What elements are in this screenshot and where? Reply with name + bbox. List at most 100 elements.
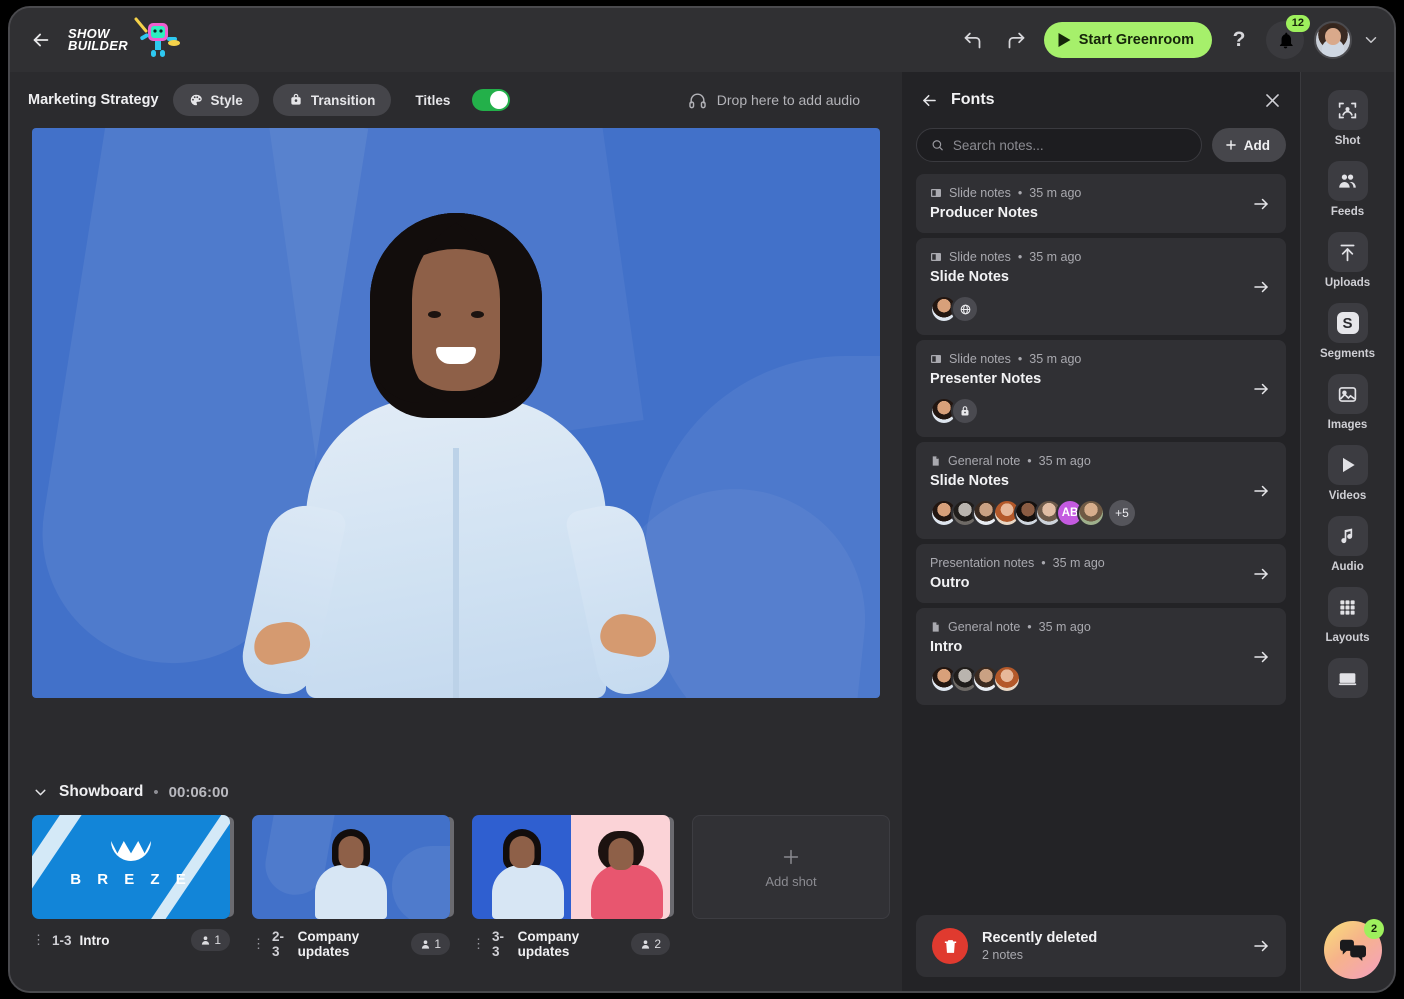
shot-meta: ⋮ 1-3 Intro 1: [32, 929, 230, 951]
screen-icon: [1327, 658, 1368, 698]
arrow-right-icon[interactable]: [1252, 937, 1270, 955]
doc-icon: [932, 456, 939, 466]
person-icon: [202, 935, 210, 945]
note-avatars: AB +5: [930, 499, 1272, 527]
play-icon: [1327, 445, 1368, 485]
add-shot-button[interactable]: Add shot: [692, 815, 890, 919]
rail-item-screen[interactable]: [1311, 654, 1385, 707]
chevron-down-icon[interactable]: [1362, 31, 1380, 49]
search-box[interactable]: [916, 128, 1202, 162]
shot-thumbnail[interactable]: [252, 815, 450, 919]
user-avatar[interactable]: [1314, 21, 1352, 59]
plus-icon: [783, 849, 799, 864]
showboard-separator: •: [153, 783, 159, 801]
brand-line-2: BUILDER: [68, 38, 128, 53]
shot-card[interactable]: B R E Z E ⋮ 1-3 Intro 1: [32, 815, 230, 959]
shot-strip: B R E Z E ⋮ 1-3 Intro 1 ⋮ 2-3 Company up…: [32, 815, 902, 959]
chat-button[interactable]: 2: [1324, 919, 1384, 979]
transition-button[interactable]: Transition: [272, 84, 392, 116]
drag-handle-icon[interactable]: ⋮: [472, 936, 485, 952]
style-label: Style: [210, 92, 243, 108]
notes-panel-title: Fonts: [951, 91, 995, 108]
note-kind-label: Slide notes: [949, 250, 1011, 264]
style-button[interactable]: Style: [172, 84, 259, 116]
shot-card[interactable]: ⋮ 2-3 Company updates 1: [252, 815, 450, 959]
drag-handle-icon[interactable]: ⋮: [252, 936, 265, 952]
recently-deleted-title: Recently deleted: [982, 930, 1098, 946]
note-time: 35 m ago: [1029, 186, 1082, 200]
add-note-button[interactable]: Add: [1211, 128, 1286, 162]
note-card[interactable]: Slide notes • 35 m ago Presenter Notes: [916, 340, 1286, 437]
shot-brand-word: B R E Z E: [70, 871, 192, 888]
undo-icon[interactable]: [956, 23, 990, 57]
rail-item-images[interactable]: Images: [1311, 370, 1385, 435]
shot-number: 2-3: [272, 929, 285, 959]
shot-meta: ⋮ 2-3 Company updates 1: [252, 929, 450, 959]
note-card[interactable]: Slide notes • 35 m ago Slide Notes: [916, 238, 1286, 335]
rail-item-layouts[interactable]: Layouts: [1311, 583, 1385, 648]
rail-item-shot[interactable]: Shot: [1311, 86, 1385, 151]
avatar-overflow: +5: [1109, 500, 1135, 526]
start-greenroom-label: Start Greenroom: [1078, 32, 1194, 48]
transition-label: Transition: [310, 92, 376, 108]
note-kind: Slide notes • 35 m ago: [930, 352, 1272, 366]
note-card[interactable]: General note • 35 m ago Intro: [916, 608, 1286, 705]
search-icon: [932, 140, 943, 151]
note-card[interactable]: Presentation notes • 35 m ago Outro: [916, 544, 1286, 603]
notifications-button[interactable]: 12: [1266, 15, 1310, 59]
shot-thumbnail[interactable]: B R E Z E: [32, 815, 230, 919]
rail-item-videos[interactable]: Videos: [1311, 441, 1385, 506]
arrow-right-icon[interactable]: [1252, 565, 1270, 583]
note-kind: Presentation notes • 35 m ago: [930, 556, 1105, 570]
drag-handle-icon[interactable]: ⋮: [32, 932, 45, 948]
showboard-title: Showboard: [59, 783, 144, 800]
video-preview[interactable]: [32, 128, 880, 698]
showboard-duration: 00:06:00: [168, 783, 229, 801]
rail-item-feeds[interactable]: Feeds: [1311, 157, 1385, 222]
rail-label: Segments: [1320, 348, 1375, 360]
shot-thumbnail[interactable]: [472, 815, 670, 919]
note-card[interactable]: General note • 35 m ago Slide Notes AB +…: [916, 442, 1286, 539]
person-icon: [422, 939, 430, 949]
add-shot-label: Add shot: [765, 873, 817, 889]
rail-item-uploads[interactable]: Uploads: [1311, 228, 1385, 293]
arrow-right-icon[interactable]: [1252, 482, 1270, 500]
shot-card[interactable]: ⋮ 3-3 Company updates 2: [472, 815, 670, 959]
note-title: Slide Notes: [930, 473, 1009, 489]
toggle-knob: [490, 91, 509, 109]
notes-back-button[interactable]: [920, 91, 939, 110]
note-kind-label: General note: [948, 454, 1021, 468]
rail-item-audio[interactable]: Audio: [1311, 512, 1385, 577]
start-greenroom-button[interactable]: Start Greenroom: [1043, 22, 1212, 58]
note-kind: General note • 35 m ago: [930, 454, 1272, 468]
arrow-right-icon[interactable]: [1252, 278, 1270, 296]
audio-dropzone[interactable]: Drop here to add audio: [688, 91, 884, 110]
titles-toggle[interactable]: [472, 89, 511, 111]
notification-badge: 12: [1285, 15, 1310, 32]
people-icon: [1327, 161, 1368, 201]
redo-icon[interactable]: [1000, 23, 1034, 57]
arrow-right-icon[interactable]: [1252, 195, 1270, 213]
arrow-right-icon[interactable]: [1252, 648, 1270, 666]
shot-people-count: 1: [191, 929, 230, 951]
trash-icon: [932, 928, 968, 964]
recently-deleted-card[interactable]: Recently deleted 2 notes: [916, 915, 1286, 977]
notes-panel: Fonts Add: [902, 72, 1300, 991]
notes-search-row: Add: [916, 128, 1286, 162]
close-icon[interactable]: [1263, 91, 1282, 110]
rail-label: Layouts: [1325, 632, 1370, 644]
note-time: 35 m ago: [1029, 352, 1082, 366]
help-button[interactable]: ?: [1222, 23, 1256, 57]
rail-item-segments[interactable]: S Segments: [1311, 299, 1385, 364]
arrow-right-icon[interactable]: [1252, 380, 1270, 398]
slide-icon: [931, 189, 941, 197]
back-button[interactable]: [26, 25, 56, 55]
editor-column: Marketing Strategy Style Transition Titl…: [10, 72, 902, 991]
bell-icon: [1279, 32, 1293, 48]
chevron-down-icon[interactable]: [32, 784, 49, 801]
avatar: [993, 665, 1021, 693]
note-kind-label: Presentation notes: [930, 556, 1035, 570]
shot-people-value: 1: [214, 933, 221, 947]
search-input[interactable]: [952, 137, 1187, 153]
note-card[interactable]: Slide notes • 35 m ago Producer Notes: [916, 174, 1286, 233]
